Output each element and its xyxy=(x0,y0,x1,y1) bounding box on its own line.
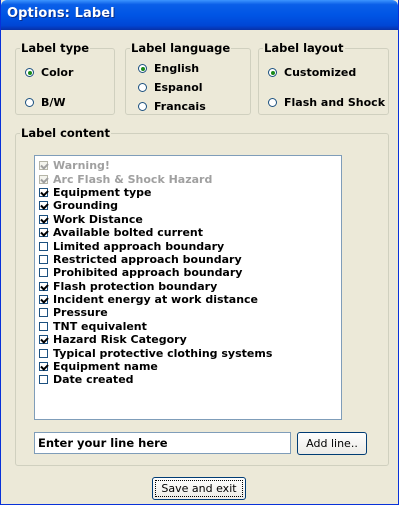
checklist-item[interactable]: Restricted approach boundary xyxy=(35,253,341,266)
radio-label: Customized xyxy=(284,66,357,79)
checklist-item[interactable]: Pressure xyxy=(35,306,341,319)
checked-checkbox[interactable] xyxy=(39,362,48,372)
checklist-item-label: Equipment type xyxy=(53,185,152,199)
layout-flash-and-shock-radio[interactable]: Flash and Shock xyxy=(268,96,385,109)
checklist-item-label: Warning! xyxy=(53,159,110,173)
checked-checkbox[interactable] xyxy=(39,214,48,224)
unchecked-checkbox[interactable] xyxy=(39,241,48,251)
unchecked-checkbox[interactable] xyxy=(39,268,48,278)
checklist-item[interactable]: Equipment name xyxy=(35,360,341,373)
window-title: Options: Label xyxy=(7,6,115,21)
label-language-legend: Label language xyxy=(131,41,231,55)
radio-label: English xyxy=(154,62,200,75)
checklist-item[interactable]: Grounding xyxy=(35,199,341,212)
label-type-color-radio[interactable]: Color xyxy=(25,66,73,79)
radio-indicator xyxy=(25,68,34,77)
checklist-item[interactable]: Date created xyxy=(35,373,341,386)
checklist-item[interactable]: Hazard Risk Category xyxy=(35,333,341,346)
label-type-legend: Label type xyxy=(21,41,90,55)
checklist-item[interactable]: TNT equivalent xyxy=(35,320,341,333)
checked-checkbox xyxy=(39,174,48,184)
checklist-item[interactable]: Typical protective clothing systems xyxy=(35,346,341,360)
unchecked-checkbox[interactable] xyxy=(39,321,48,331)
checked-checkbox[interactable] xyxy=(39,335,48,345)
unchecked-checkbox[interactable] xyxy=(39,308,48,318)
checklist-item-label: Arc Flash & Shock Hazard xyxy=(53,172,213,186)
label-type-bw-radio[interactable]: B/W xyxy=(25,96,66,109)
checked-checkbox[interactable] xyxy=(39,187,48,197)
checklist-item: Arc Flash & Shock Hazard xyxy=(35,172,341,186)
checklist-item: Warning! xyxy=(35,159,341,172)
checked-checkbox xyxy=(39,161,48,171)
checked-checkbox[interactable] xyxy=(39,228,48,238)
checklist-item-label: Hazard Risk Category xyxy=(53,333,187,347)
options-label-window: Options: Label Label type Color B/W Labe… xyxy=(0,0,399,505)
checklist-item[interactable]: Equipment type xyxy=(35,186,341,199)
checklist-item[interactable]: Available bolted current xyxy=(35,226,341,239)
radio-indicator xyxy=(268,68,277,77)
unchecked-checkbox[interactable] xyxy=(39,254,48,264)
radio-label: Color xyxy=(41,66,74,79)
checklist-item[interactable]: Flash protection boundary xyxy=(35,280,341,293)
checked-checkbox[interactable] xyxy=(39,201,48,211)
checked-checkbox[interactable] xyxy=(39,295,48,305)
unchecked-checkbox[interactable] xyxy=(39,375,48,385)
radio-indicator xyxy=(268,98,277,107)
checklist-item-label: Grounding xyxy=(53,199,119,213)
checklist-item-label: TNT equivalent xyxy=(53,319,147,333)
checked-checkbox[interactable] xyxy=(39,281,48,291)
custom-line-input[interactable]: Enter your line here xyxy=(34,432,291,454)
radio-label: Flash and Shock xyxy=(284,96,386,109)
radio-indicator xyxy=(25,98,34,107)
checklist-item-label: Incident energy at work distance xyxy=(53,293,259,307)
checklist-item-label: Flash protection boundary xyxy=(53,279,218,293)
label-content-legend: Label content xyxy=(21,126,110,140)
add-line-button[interactable]: Add line.. xyxy=(297,432,367,455)
checklist-item-label: Typical protective clothing systems xyxy=(53,346,273,360)
radio-indicator xyxy=(138,102,147,111)
radio-label: Espanol xyxy=(154,81,203,94)
checklist-item[interactable]: Prohibited approach boundary xyxy=(35,266,341,279)
radio-label: Francais xyxy=(154,100,206,113)
radio-label: B/W xyxy=(41,96,66,109)
radio-indicator xyxy=(138,64,147,73)
checklist-item-label: Limited approach boundary xyxy=(53,239,225,253)
checklist-item-label: Work Distance xyxy=(53,212,143,226)
checklist-item-label: Pressure xyxy=(53,306,108,320)
label-content-checklist[interactable]: Warning! Arc Flash & Shock Hazard Equipmen… xyxy=(34,155,342,420)
title-bar[interactable]: Options: Label xyxy=(1,0,398,30)
checklist-item[interactable]: Incident energy at work distance xyxy=(35,293,341,306)
checklist-item-label: Available bolted current xyxy=(53,226,203,240)
unchecked-checkbox[interactable] xyxy=(39,348,48,358)
checklist-item[interactable]: Limited approach boundary xyxy=(35,239,341,253)
checklist-item-label: Prohibited approach boundary xyxy=(53,266,243,280)
language-espanol-radio[interactable]: Espanol xyxy=(138,81,203,94)
radio-indicator xyxy=(138,83,147,92)
label-layout-legend: Label layout xyxy=(264,41,344,55)
checklist-item[interactable]: Work Distance xyxy=(35,213,341,226)
layout-customized-radio[interactable]: Customized xyxy=(268,66,356,79)
checklist-item-label: Date created xyxy=(53,373,134,387)
checklist-item-label: Equipment name xyxy=(53,360,158,374)
language-francais-radio[interactable]: Francais xyxy=(138,100,206,113)
save-and-exit-button[interactable]: Save and exit xyxy=(152,477,246,500)
language-english-radio[interactable]: English xyxy=(138,62,199,75)
checklist-item-label: Restricted approach boundary xyxy=(53,252,242,266)
